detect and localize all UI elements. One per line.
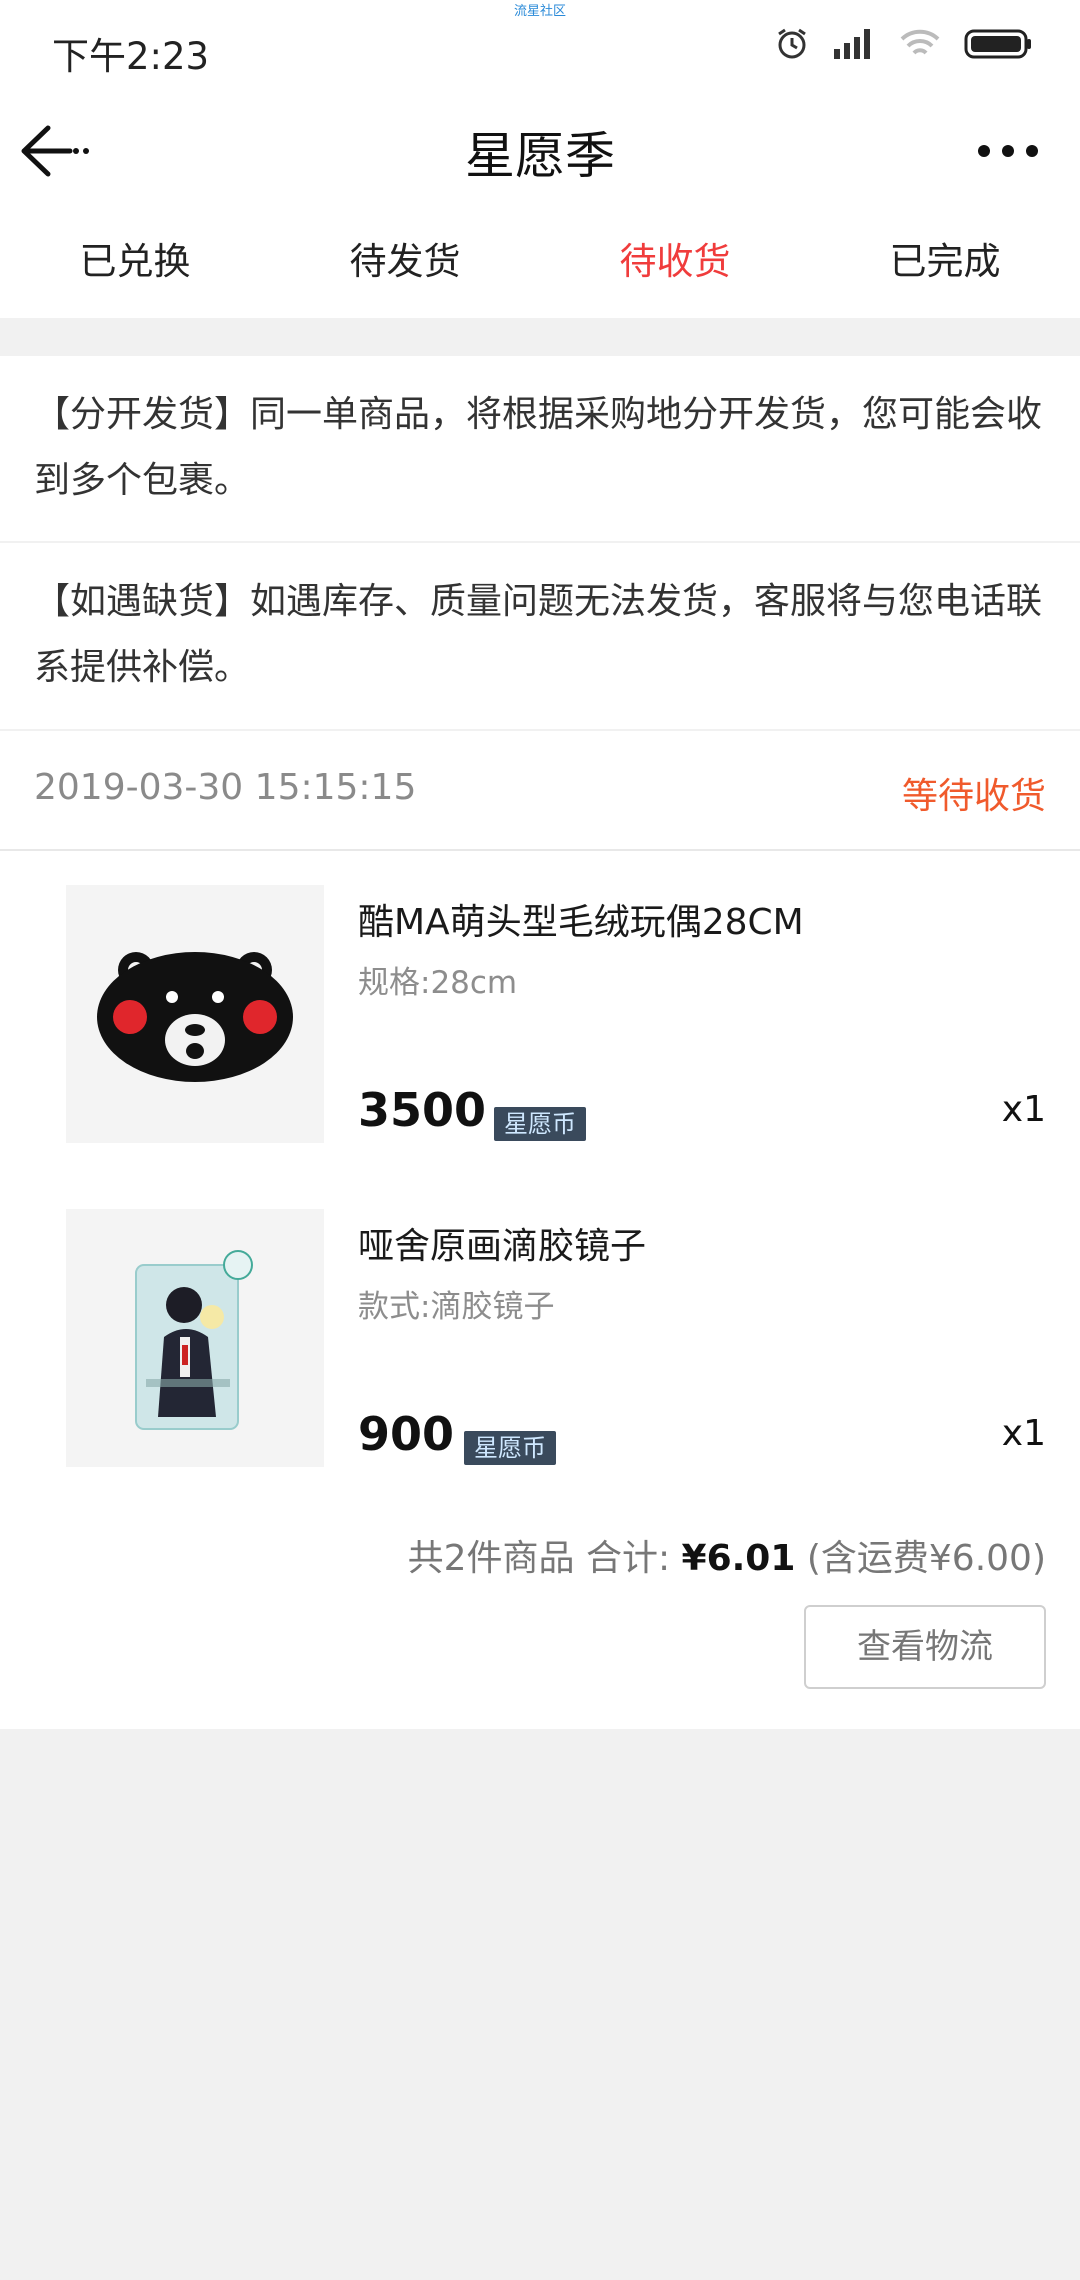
list-item[interactable]: 酷MA萌头型毛绒玩偶28CM 规格:28cm 3500 星愿币 x1 <box>0 885 1080 1145</box>
order-status: 等待收货 <box>901 776 1046 817</box>
product-image-mirror <box>66 1209 324 1467</box>
status-center-text: 流星社区 <box>513 4 566 19</box>
view-logistics-button[interactable]: 查看物流 <box>804 1605 1046 1689</box>
battery-icon <box>964 27 1032 61</box>
status-bar: 流星社区 下午2:23 <box>0 0 1080 96</box>
nav-bar: 星愿季 <box>0 96 1080 206</box>
tab-redeemed[interactable]: 已兑换 <box>0 206 270 318</box>
product-quantity: x1 <box>1001 1413 1046 1454</box>
currency-badge: 星愿币 <box>494 1107 586 1141</box>
more-dots-icon <box>978 145 1038 157</box>
status-icons <box>774 26 1032 62</box>
alarm-icon <box>774 26 810 62</box>
signal-icon <box>832 27 876 61</box>
tab-pending-receipt[interactable]: 待收货 <box>540 206 810 318</box>
status-time: 下午2:23 <box>52 35 210 78</box>
product-price: 900 <box>358 1407 455 1461</box>
summary-prefix: 共2件商品 合计: <box>407 1538 682 1579</box>
summary-suffix: (含运费¥6.00) <box>795 1538 1046 1579</box>
product-spec: 款式:滴胶镜子 <box>358 1289 555 1325</box>
wifi-icon <box>898 27 942 61</box>
product-image-bear <box>66 885 324 1143</box>
order-summary: 共2件商品 合计: ¥6.01 (含运费¥6.00) <box>408 1529 1046 1581</box>
more-button[interactable] <box>968 126 1048 176</box>
tab-completed[interactable]: 已完成 <box>810 206 1080 318</box>
currency-badge: 星愿币 <box>464 1431 556 1465</box>
order-datetime: 2019-03-30 15:15:15 <box>34 767 417 808</box>
product-name: 哑舍原画滴胶镜子 <box>358 1226 647 1267</box>
tab-pending-shipment[interactable]: 待发货 <box>270 206 540 318</box>
summary-amount: ¥6.01 <box>681 1538 796 1579</box>
order-card[interactable]: 2019-03-30 15:15:15 等待收货 酷MA萌头型毛绒玩偶28CM … <box>0 731 1080 1729</box>
notice-text: 【分开发货】同一单商品，将根据采购地分开发货，您可能会收到多个包裹。 <box>34 394 1043 501</box>
product-quantity: x1 <box>1001 1089 1046 1130</box>
notice-out-of-stock: 【如遇缺货】如遇库存、质量问题无法发货，客服将与您电话联系提供补偿。 <box>0 543 1080 729</box>
page-title: 星愿季 <box>465 127 615 185</box>
list-item[interactable]: 哑舍原画滴胶镜子 款式:滴胶镜子 900 星愿币 x1 <box>0 1209 1080 1469</box>
product-spec: 规格:28cm <box>358 965 518 1001</box>
order-status-tabs: 已兑换 待发货 待收货 已完成 <box>0 206 1080 318</box>
notice-split-shipping: 【分开发货】同一单商品，将根据采购地分开发货，您可能会收到多个包裹。 <box>0 356 1080 541</box>
product-name: 酷MA萌头型毛绒玩偶28CM <box>358 902 804 943</box>
notice-text: 【如遇缺货】如遇库存、质量问题无法发货，客服将与您电话联系提供补偿。 <box>34 581 1043 688</box>
order-header: 2019-03-30 15:15:15 等待收货 <box>0 731 1080 851</box>
product-price: 3500 <box>358 1083 487 1137</box>
